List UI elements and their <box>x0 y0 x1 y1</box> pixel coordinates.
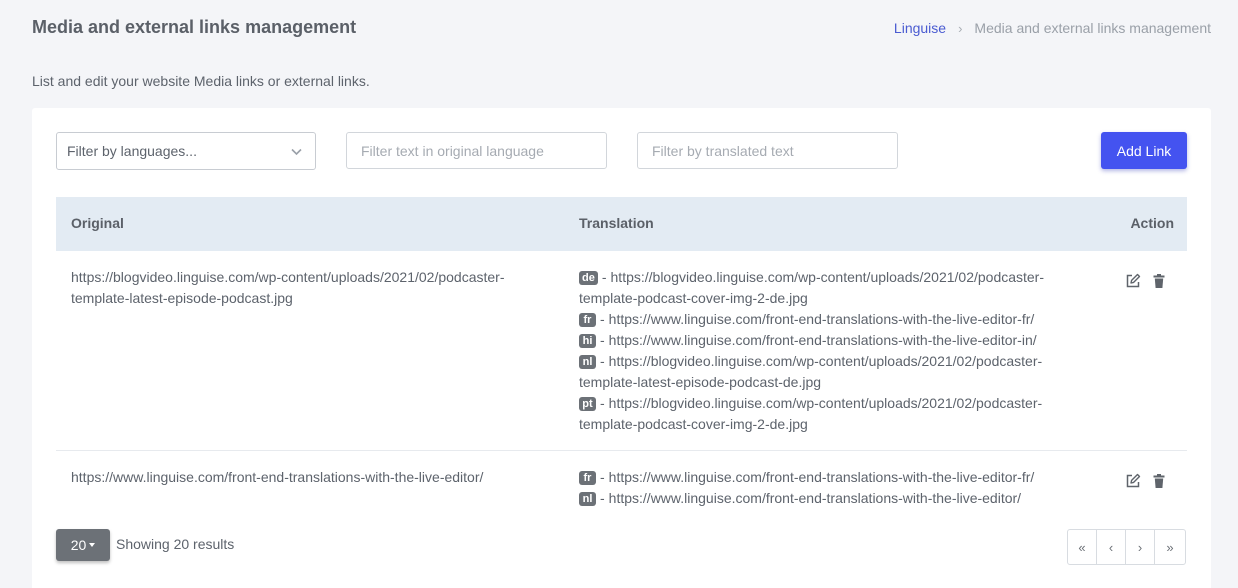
translation-url: https://blogvideo.linguise.com/wp-conten… <box>579 269 1045 306</box>
translation-list: fr - https://www.linguise.com/front-end-tr… <box>579 467 1079 509</box>
table-header: Original Translation Action <box>56 197 1187 251</box>
language-badge: de <box>579 271 598 285</box>
separator-dash: - <box>601 269 607 285</box>
column-header-original: Original <box>71 215 124 231</box>
original-text-filter-input[interactable] <box>346 132 607 169</box>
edit-icon[interactable] <box>1125 273 1141 289</box>
add-link-button[interactable]: Add Link <box>1101 132 1187 169</box>
row-actions <box>1125 473 1167 489</box>
separator-dash: - <box>600 311 605 327</box>
breadcrumb-home-link[interactable]: Linguise <box>894 20 946 36</box>
column-header-translation: Translation <box>579 215 654 231</box>
per-page-value: 20 <box>70 537 87 553</box>
original-url: https://www.linguise.com/front-end-trans… <box>71 469 484 485</box>
language-badge: hi <box>579 334 596 348</box>
translation-url: https://www.linguise.com/front-end-trans… <box>608 469 1035 485</box>
caret-down-icon <box>89 543 96 547</box>
translation-item: pt - https://blogvideo.linguise.com/wp-con… <box>579 393 1079 435</box>
language-filter-select[interactable]: Filter by languages... <box>56 132 316 170</box>
translation-url: https://www.linguise.com/front-end-trans… <box>608 311 1035 327</box>
language-filter-placeholder: Filter by languages... <box>67 143 197 159</box>
page-description: List and edit your website Media links o… <box>32 73 370 89</box>
table-row: https://blogvideo.linguise.com/wp-conten… <box>56 251 1187 451</box>
breadcrumb: Linguise › Media and external links mana… <box>894 20 1211 36</box>
breadcrumb-current: Media and external links management <box>974 20 1211 36</box>
original-url: https://blogvideo.linguise.com/wp-conten… <box>71 269 505 306</box>
trash-icon[interactable] <box>1151 473 1167 489</box>
chevron-down-icon <box>290 145 303 161</box>
separator-dash: - <box>600 395 605 411</box>
translation-list: de - https://blogvideo.linguise.com/wp-con… <box>579 267 1079 435</box>
translation-url: https://blogvideo.linguise.com/wp-conten… <box>579 353 1043 390</box>
per-page-dropdown-button[interactable]: 20 <box>56 529 110 561</box>
edit-icon[interactable] <box>1125 473 1141 489</box>
last-page-button[interactable]: » <box>1155 530 1185 564</box>
separator-dash: - <box>600 469 605 485</box>
translation-item: hi - https://www.linguise.com/front-end-tr… <box>579 330 1079 351</box>
table-row: https://www.linguise.com/front-end-trans… <box>56 451 1187 521</box>
previous-page-button[interactable]: ‹ <box>1097 530 1126 564</box>
links-card: Filter by languages... Add Link Original… <box>32 108 1211 588</box>
translation-url: https://blogvideo.linguise.com/wp-conten… <box>579 395 1043 432</box>
pagination: « ‹ › » <box>1067 529 1186 565</box>
translated-text-filter-input[interactable] <box>637 132 898 169</box>
first-page-button[interactable]: « <box>1068 530 1097 564</box>
translation-item: fr - https://www.linguise.com/front-end-tr… <box>579 309 1079 330</box>
language-badge: fr <box>579 471 596 485</box>
translation-item: nl - https://blogvideo.linguise.com/wp-con… <box>579 351 1079 393</box>
links-table: Original Translation Action https://blog… <box>56 197 1187 521</box>
column-header-action: Action <box>1130 215 1174 231</box>
translation-item: nl - https://www.linguise.com/front-end-tr… <box>579 488 1079 509</box>
row-actions <box>1125 273 1167 289</box>
separator-dash: - <box>600 332 605 348</box>
language-badge: pt <box>579 397 596 411</box>
translation-url: https://www.linguise.com/front-end-trans… <box>608 490 1022 506</box>
separator-dash: - <box>600 353 605 369</box>
trash-icon[interactable] <box>1151 273 1167 289</box>
results-count: Showing 20 results <box>116 536 235 552</box>
next-page-button[interactable]: › <box>1126 530 1155 564</box>
language-badge: fr <box>579 313 596 327</box>
translation-item: fr - https://www.linguise.com/front-end-tr… <box>579 467 1079 488</box>
language-badge: nl <box>579 355 596 369</box>
translation-url: https://www.linguise.com/front-end-trans… <box>608 332 1037 348</box>
language-badge: nl <box>579 492 596 506</box>
breadcrumb-separator: › <box>958 20 963 36</box>
page-title: Media and external links management <box>32 17 357 37</box>
translation-item: de - https://blogvideo.linguise.com/wp-con… <box>579 267 1079 309</box>
separator-dash: - <box>600 490 605 506</box>
